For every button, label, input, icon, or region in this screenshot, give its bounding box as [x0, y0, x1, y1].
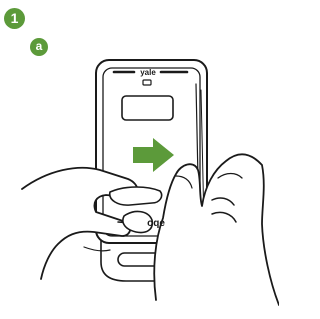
hands-holding-device-illustration: yale oqe: [21, 59, 279, 306]
device-front-logo: oqe: [147, 218, 165, 229]
instruction-step: 1 a yale oqe: [0, 0, 279, 319]
device-brand-text: yale: [140, 68, 156, 77]
